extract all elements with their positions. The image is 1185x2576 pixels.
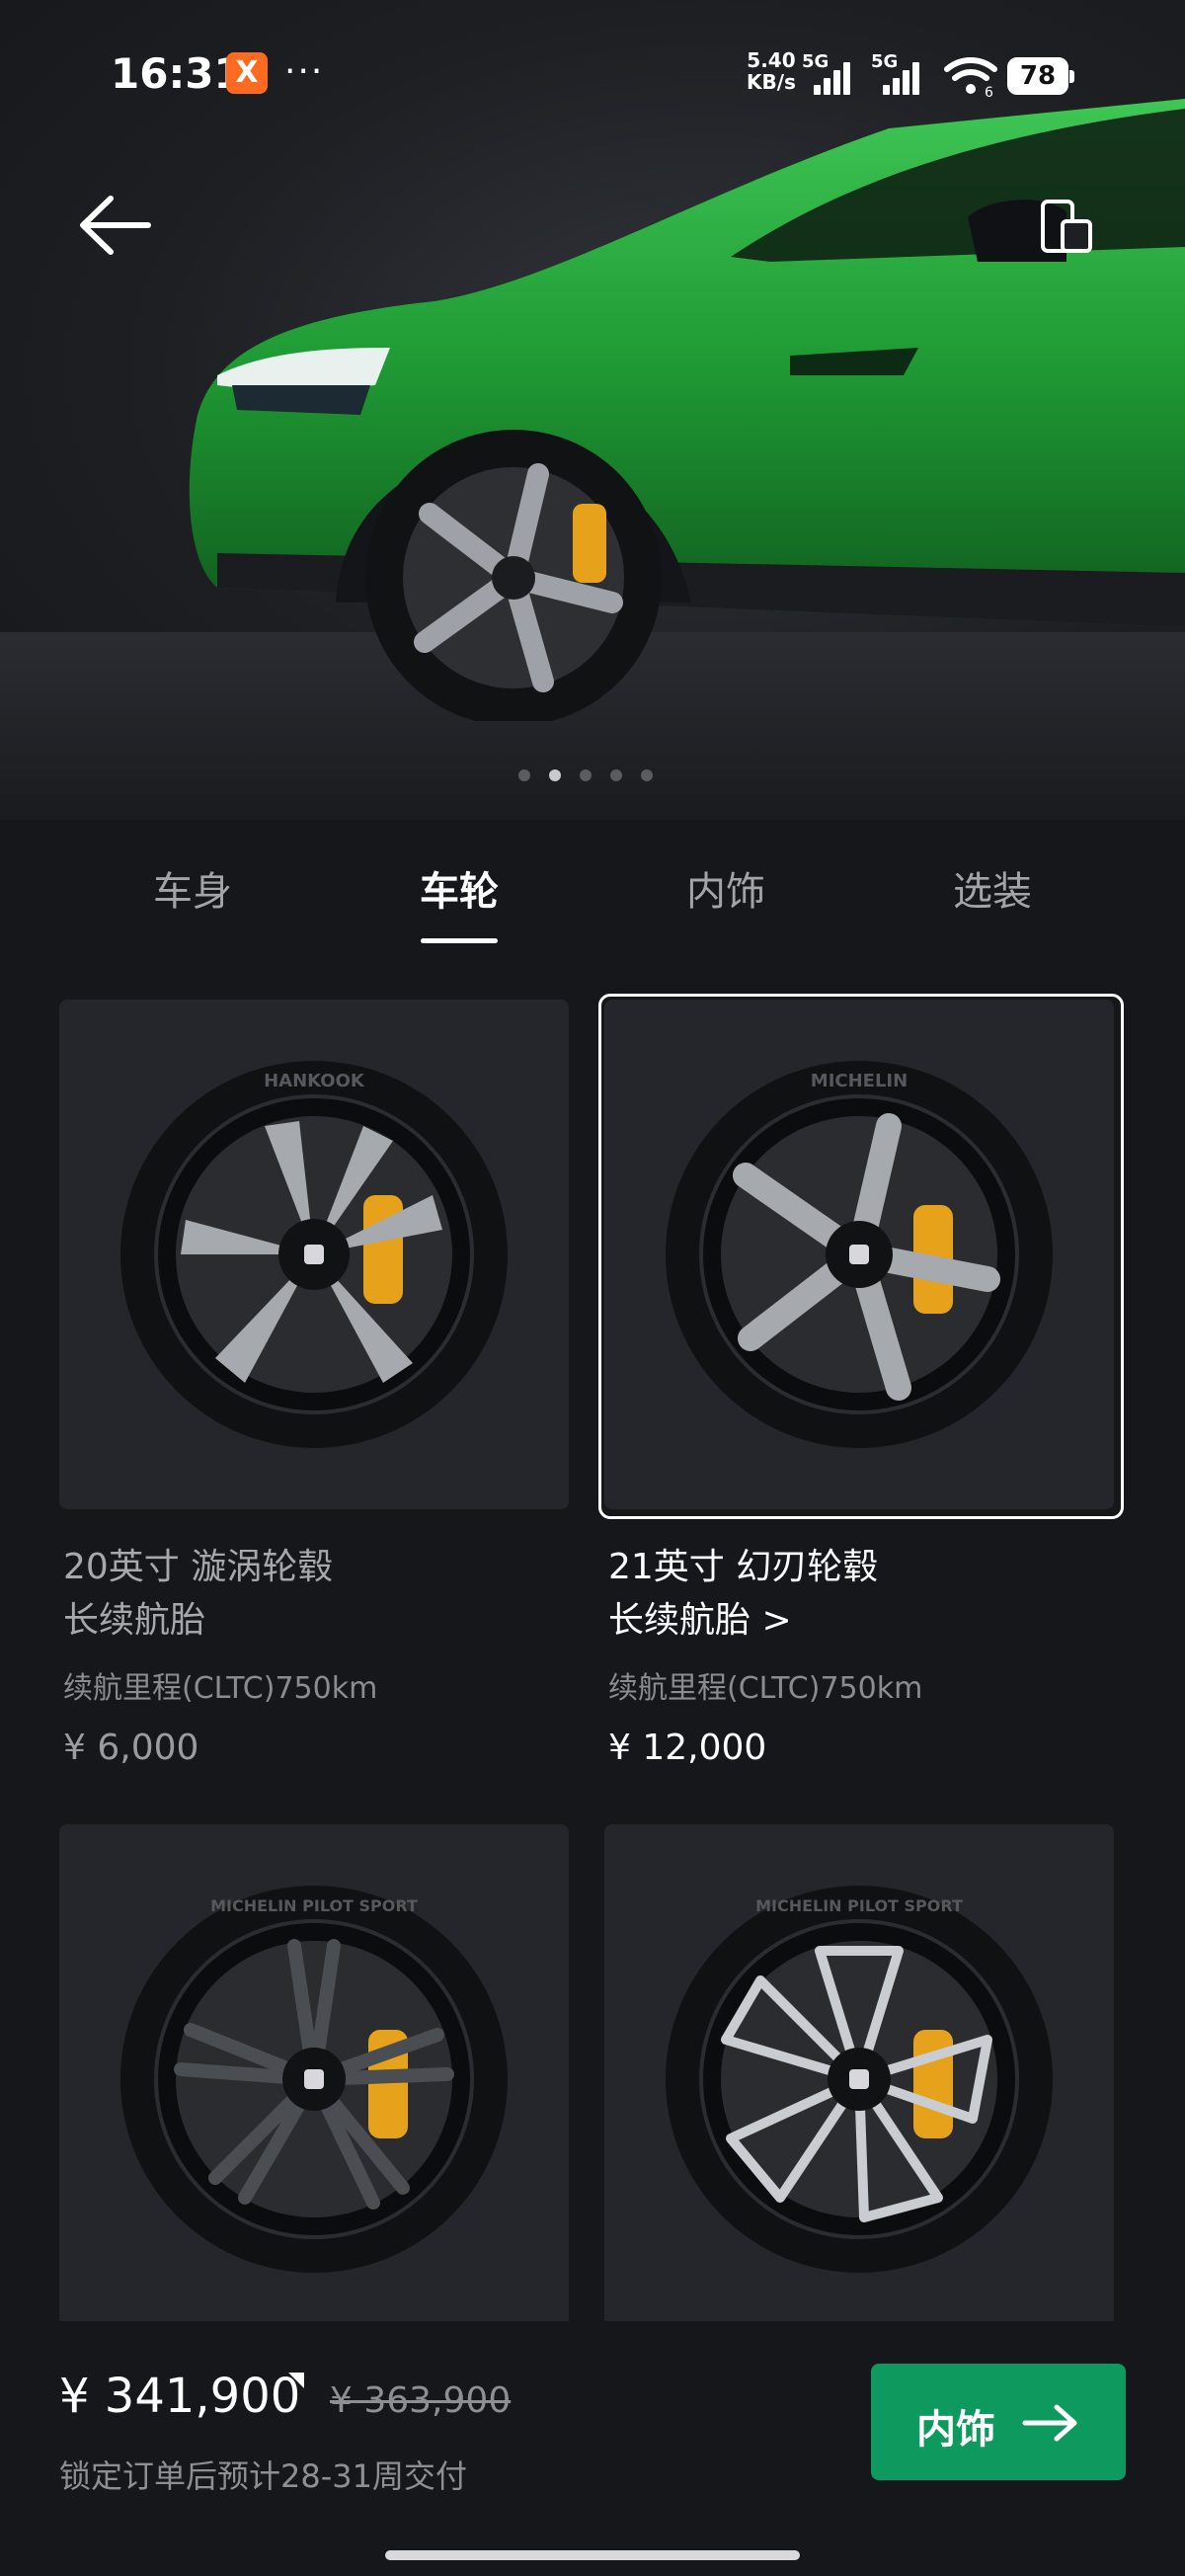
wifi-icon: 6 xyxy=(944,57,997,97)
wheel-option-price: ¥ 6,000 xyxy=(63,1728,199,1768)
car-side-image xyxy=(189,99,1185,721)
tab-body[interactable]: 车身 xyxy=(104,859,281,917)
pager-dot[interactable] xyxy=(610,769,622,781)
signal-icon: 5G xyxy=(802,51,861,95)
next-step-button[interactable]: 内饰 xyxy=(871,2364,1126,2480)
price-summary-bar: ¥ 341,900 ¥ 363,900 锁定订单后预计28-31周交付 内饰 xyxy=(0,2321,1185,2576)
wheel-thumbnail[interactable]: HANKOOK xyxy=(59,1000,569,1509)
config-tabs: 车身 车轮 内饰 选装 xyxy=(0,859,1185,948)
wheel-image: HANKOOK xyxy=(120,1061,508,1448)
status-time: 16:31 xyxy=(111,49,243,98)
back-button[interactable] xyxy=(77,193,158,258)
wheel-option-range: 续航里程(CLTC)750km xyxy=(608,1671,923,1706)
wheel-image: MICHELIN PILOT SPORT xyxy=(120,1886,508,2273)
status-bar: 16:31 X ··· 5.40 KB/s 5G 5G 6 78 xyxy=(0,0,1185,148)
original-price: ¥ 363,900 xyxy=(330,2380,512,2421)
svg-text:MICHELIN: MICHELIN xyxy=(811,1071,908,1091)
next-step-label: 内饰 xyxy=(916,2407,995,2453)
arrow-left-icon xyxy=(80,196,151,255)
wheel-option-title[interactable]: 21英寸 幻刃轮毂 长续航胎 > xyxy=(608,1541,878,1648)
phone-icon xyxy=(1041,200,1092,253)
svg-text:6: 6 xyxy=(985,85,993,97)
tab-interior[interactable]: 内饰 xyxy=(637,859,815,917)
wheel-image: MICHELIN PILOT SPORT xyxy=(666,1886,1053,2273)
app-notification-icon: X xyxy=(226,52,268,94)
wheel-thumbnail[interactable]: MICHELIN xyxy=(604,1000,1114,1509)
signal-icon: 5G xyxy=(871,51,930,95)
wheel-option-price: ¥ 12,000 xyxy=(608,1728,767,1768)
wheel-thumbnail[interactable]: MICHELIN PILOT SPORT xyxy=(604,1824,1114,2334)
active-tab-indicator xyxy=(421,938,498,943)
battery-icon: 78 xyxy=(1007,57,1074,95)
delivery-estimate: 锁定订单后预计28-31周交付 xyxy=(59,2457,467,2495)
pager-dot-active[interactable] xyxy=(549,769,561,781)
home-indicator[interactable] xyxy=(385,2550,800,2560)
svg-text:MICHELIN PILOT SPORT: MICHELIN PILOT SPORT xyxy=(755,1896,963,1915)
network-speed: 5.40 KB/s xyxy=(747,48,796,94)
wheel-option-range: 续航里程(CLTC)750km xyxy=(63,1671,378,1706)
wheel-option-title: 20英寸 漩涡轮毂 长续航胎 xyxy=(63,1547,334,1641)
tab-options[interactable]: 选装 xyxy=(904,859,1081,917)
image-pager[interactable] xyxy=(518,766,672,782)
more-notifications-icon: ··· xyxy=(284,51,325,92)
price-detail-marker-icon[interactable] xyxy=(288,2373,304,2388)
pager-dot[interactable] xyxy=(518,769,530,781)
arrow-right-icon xyxy=(1022,2404,1077,2442)
device-switch-button[interactable] xyxy=(1037,198,1096,257)
svg-text:HANKOOK: HANKOOK xyxy=(264,1071,365,1091)
pager-dot[interactable] xyxy=(641,769,653,781)
svg-text:MICHELIN PILOT SPORT: MICHELIN PILOT SPORT xyxy=(210,1896,418,1915)
tab-wheels[interactable]: 车轮 xyxy=(370,859,548,917)
wheel-thumbnail[interactable]: MICHELIN PILOT SPORT xyxy=(59,1824,569,2334)
pager-dot[interactable] xyxy=(580,769,592,781)
total-price: ¥ 341,900 xyxy=(59,2369,301,2424)
wheel-image: MICHELIN xyxy=(666,1061,1053,1448)
